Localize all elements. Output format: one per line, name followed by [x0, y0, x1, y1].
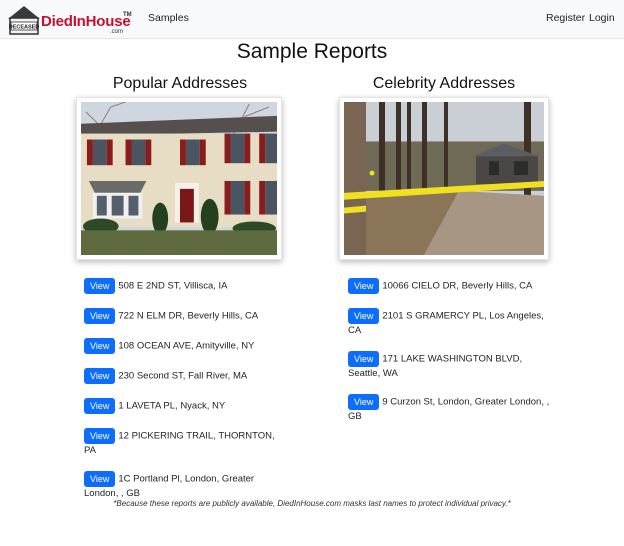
brand-trademark: TM	[123, 12, 132, 18]
view-button[interactable]: View	[348, 351, 380, 368]
address-text: 108 OCEAN AVE, Amityville, NY	[118, 340, 255, 352]
address-text: 230 Second ST, Fall River, MA	[118, 370, 248, 382]
popular-addresses-heading: Popular Addresses	[112, 75, 248, 92]
brand-domain: .com	[110, 29, 124, 35]
list-item: View 12 PICKERING TRAIL, THORNTON, PA	[84, 428, 284, 457]
list-item: View 1C Portland Pl, London, Greater Lond…	[84, 471, 284, 500]
brand-logo[interactable]: DECEASED DiedInHouse TM .com	[6, 3, 132, 37]
list-item: View 171 LAKE WASHINGTON BLVD, Seattle, W…	[348, 351, 553, 380]
page-title: Sample Reports	[236, 40, 388, 63]
nav-login-link[interactable]: Login	[589, 12, 615, 24]
view-button[interactable]: View	[348, 308, 380, 324]
view-button[interactable]: View	[84, 471, 116, 488]
address-text: 722 N ELM DR, Beverly Hills, CA	[118, 310, 259, 322]
crime-scene-photo-image	[344, 102, 544, 255]
list-item: View 10066 CIELO DR, Beverly Hills, CA	[348, 278, 553, 294]
popular-house-photo	[76, 97, 282, 260]
house-logo-icon: DECEASED	[8, 6, 40, 35]
celebrity-house-photo	[339, 97, 549, 260]
list-item: View 1 LAVETA PL, Nyack, NY	[84, 398, 284, 414]
brand-name: DiedInHouse	[41, 13, 131, 30]
view-button[interactable]: View	[84, 338, 116, 354]
view-button[interactable]: View	[348, 394, 380, 411]
address-text: 10066 CIELO DR, Beverly Hills, CA	[382, 280, 533, 292]
view-button[interactable]: View	[84, 308, 116, 324]
navbar: DECEASED DiedInHouse TM .com Samples Reg…	[0, 0, 624, 39]
list-item: View 722 N ELM DR, Beverly Hills, CA	[84, 308, 284, 324]
list-item: View 2101 S GRAMERCY PL, Los Angeles, CA	[348, 308, 553, 337]
list-item: View 508 E 2ND ST, Villisca, IA	[84, 278, 284, 294]
svg-text:DECEASED: DECEASED	[9, 25, 40, 31]
view-button[interactable]: View	[84, 278, 116, 294]
list-item: View 230 Second ST, Fall River, MA	[84, 368, 284, 384]
view-button[interactable]: View	[84, 368, 116, 384]
view-button[interactable]: View	[348, 278, 380, 294]
nav-samples-link[interactable]: Samples	[148, 12, 189, 24]
celebrity-addresses-heading: Celebrity Addresses	[372, 75, 516, 92]
nav-register-link[interactable]: Register	[546, 12, 585, 24]
list-item: View 9 Curzon St, London, Greater London,…	[348, 394, 553, 423]
list-item: View 108 OCEAN AVE, Amityville, NY	[84, 338, 284, 354]
house-photo-image	[81, 102, 277, 255]
address-text: 1 LAVETA PL, Nyack, NY	[118, 400, 226, 412]
view-button[interactable]: View	[84, 398, 116, 414]
address-text: 508 E 2ND ST, Villisca, IA	[118, 280, 228, 292]
popular-addresses-list: View 508 E 2ND ST, Villisca, IA View 722 N…	[84, 278, 284, 514]
privacy-footnote: *Because these reports are publicly avai…	[113, 499, 511, 508]
view-button[interactable]: View	[84, 428, 116, 444]
celebrity-addresses-list: View 10066 CIELO DR, Beverly Hills, CA Vi…	[348, 278, 553, 437]
